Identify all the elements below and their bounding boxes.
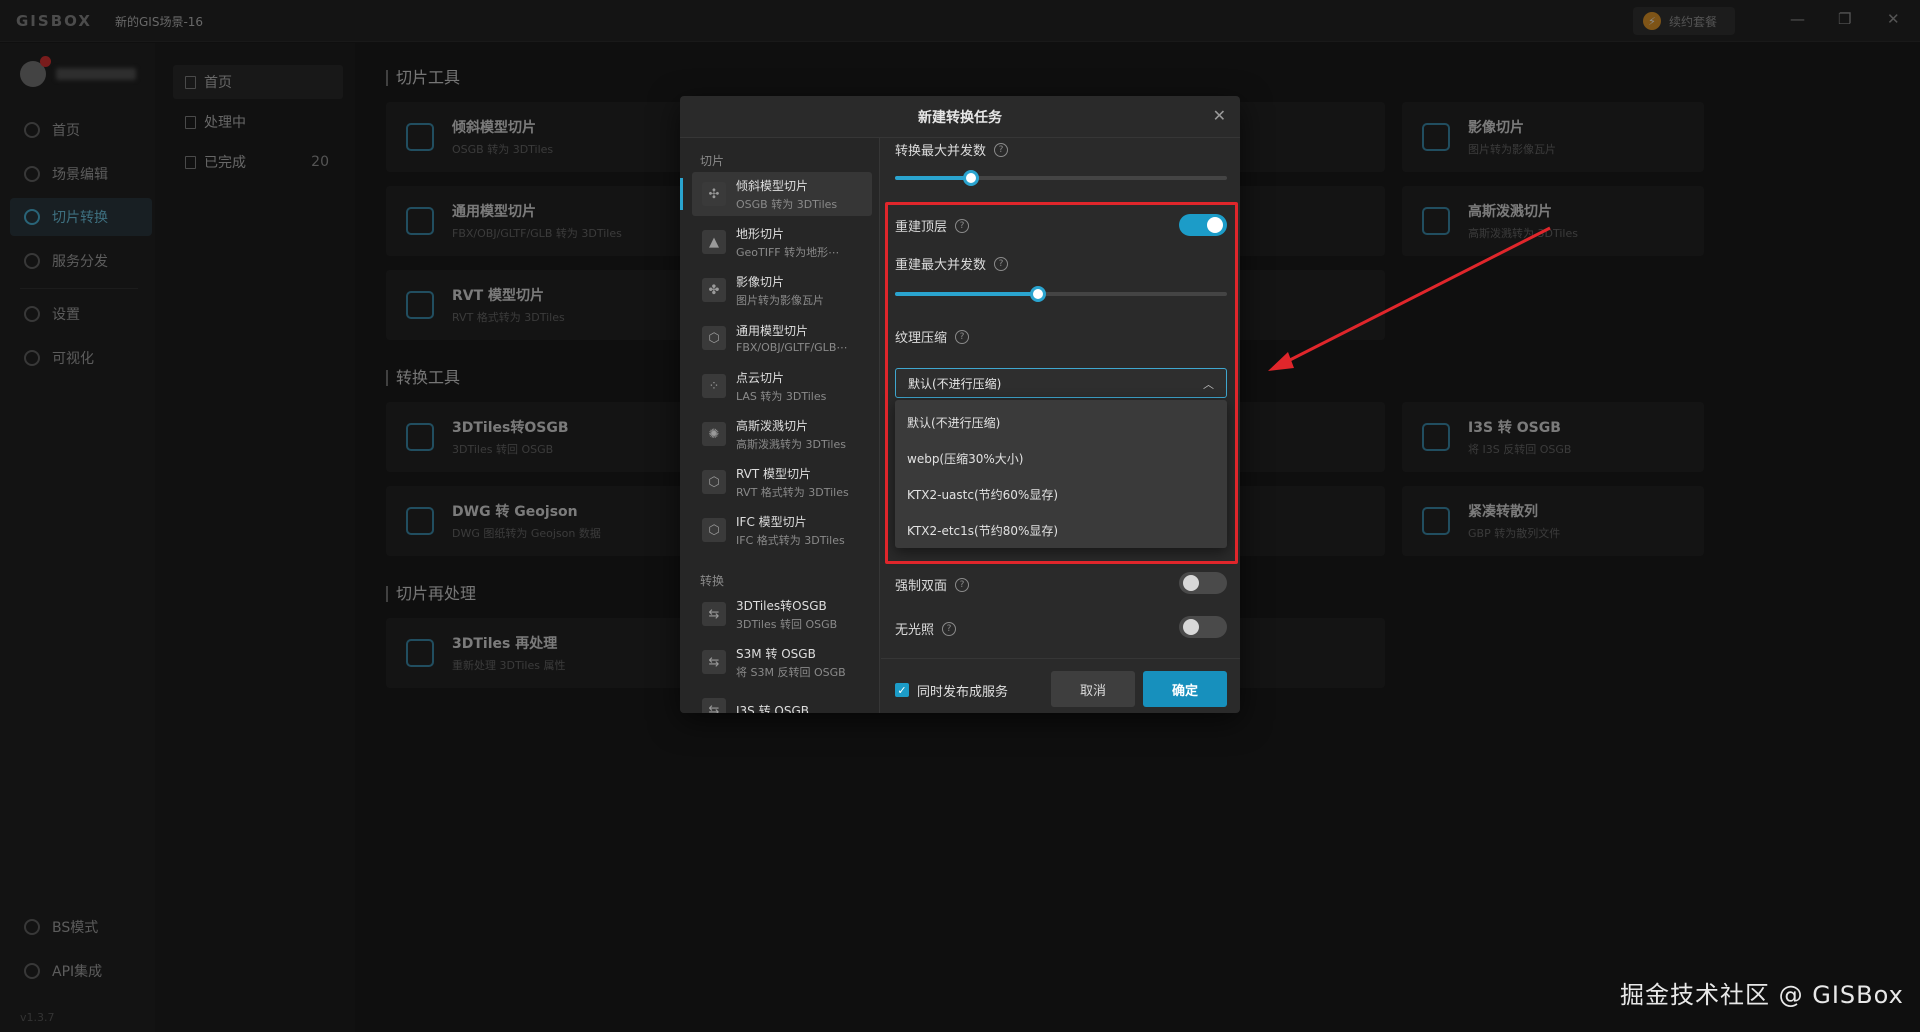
tool-title: I3S 转 OSGB — [736, 703, 810, 714]
watermark: 掘金技术社区 @ GISBox — [1620, 981, 1904, 1009]
slider-fill — [895, 176, 972, 180]
tool-title: 通用模型切片 — [736, 324, 809, 338]
cube-icon: ⬡ — [702, 470, 726, 494]
tool-subtitle: FBX/OBJ/GLTF/GLB⋯ — [736, 341, 848, 354]
tool-title: 影像切片 — [736, 274, 785, 289]
tool-subtitle: RVT 格式转为 3DTiles — [736, 485, 849, 499]
dialog-header: 新建转换任务 ✕ — [680, 96, 1240, 138]
gaussian-icon: ✺ — [702, 422, 726, 446]
oblique-model-icon: ✣ — [702, 182, 726, 206]
tool-subtitle: 高斯泼溅转为 3DTiles — [736, 437, 846, 451]
tool-item-rvt[interactable]: ⬡ RVT 模型切片 RVT 格式转为 3DTiles — [692, 460, 872, 504]
tool-subtitle: LAS 转为 3DTiles — [736, 389, 827, 403]
toggle-knob — [1183, 575, 1199, 591]
help-icon[interactable]: ? — [994, 142, 1009, 157]
tool-title: 3DTiles转OSGB — [736, 598, 827, 613]
tool-subtitle: IFC 格式转为 3DTiles — [736, 533, 845, 547]
confirm-button[interactable]: 确定 — [1143, 671, 1227, 707]
point-cloud-icon: ⁘ — [702, 374, 726, 398]
tool-item-i3s-osgb[interactable]: ⇆ I3S 转 OSGB — [692, 688, 872, 713]
tool-title: 地形切片 — [736, 226, 785, 241]
field-double-side: 强制双面? — [895, 575, 970, 594]
field-label: 强制双面 — [895, 579, 948, 594]
tool-title: 倾斜模型切片 — [736, 178, 809, 193]
tool-title: IFC 模型切片 — [736, 514, 807, 529]
cube-icon: ⬡ — [702, 518, 726, 542]
tool-item-3dtiles-osgb[interactable]: ⇆ 3DTiles转OSGB 3DTiles 转回 OSGB — [692, 592, 872, 636]
group-label: 转换 — [700, 574, 725, 588]
tool-subtitle: 图片转为影像瓦片 — [736, 293, 824, 307]
tool-title: S3M 转 OSGB — [736, 646, 816, 661]
dialog-footer: ✓ 同时发布成服务 取消 确定 — [881, 658, 1240, 713]
tool-item-terrain[interactable]: ▲ 地形切片 GeoTIFF 转为地形⋯ — [692, 220, 872, 264]
max-concurrency-slider[interactable] — [895, 170, 1227, 186]
dialog-title: 新建转换任务 — [918, 109, 1002, 126]
tool-title: 点云切片 — [736, 370, 785, 385]
tool-title: 高斯泼溅切片 — [736, 418, 809, 433]
field-max-concurrency: 转换最大并发数? — [895, 140, 1009, 159]
publish-checkbox[interactable]: ✓ — [895, 683, 909, 697]
tool-item-gaussian[interactable]: ✺ 高斯泼溅切片高斯泼溅转为 3DTiles — [692, 412, 872, 456]
help-icon[interactable]: ? — [955, 577, 970, 592]
terrain-icon: ▲ — [702, 230, 726, 254]
tool-item-oblique[interactable]: ✣ 倾斜模型切片 OSGB 转为 3DTiles — [680, 172, 872, 216]
field-label: 转换最大并发数 — [895, 144, 987, 159]
publish-label: 同时发布成服务 — [917, 685, 1009, 700]
help-icon[interactable]: ? — [942, 621, 957, 636]
convert-icon: ⇆ — [702, 602, 726, 626]
group-label: 切片 — [700, 154, 725, 168]
convert-icon: ⇆ — [702, 650, 726, 674]
slider-knob[interactable] — [963, 170, 980, 186]
tool-list: 切片 ✣ 倾斜模型切片 OSGB 转为 3DTiles ▲ 地形切片 GeoTIFF 转… — [680, 138, 880, 713]
close-icon[interactable]: ✕ — [1213, 106, 1226, 125]
highlight-box — [885, 202, 1238, 564]
tool-subtitle: 将 S3M 反转回 OSGB — [736, 665, 846, 679]
tool-subtitle: GeoTIFF 转为地形⋯ — [736, 245, 840, 259]
toggle-knob — [1183, 619, 1199, 635]
tool-item-point-cloud[interactable]: ⁘ 点云切片 LAS 转为 3DTiles — [692, 364, 872, 408]
image-tile-icon: ✤ — [702, 278, 726, 302]
cancel-button[interactable]: 取消 — [1051, 671, 1135, 707]
unlit-toggle[interactable] — [1179, 616, 1227, 638]
double-side-toggle[interactable] — [1179, 572, 1227, 594]
tool-subtitle: OSGB 转为 3DTiles — [736, 197, 838, 211]
tool-title: RVT 模型切片 — [736, 466, 812, 481]
field-unlit: 无光照? — [895, 619, 957, 638]
convert-icon: ⇆ — [702, 698, 726, 713]
cube-icon: ⬡ — [702, 326, 726, 350]
tool-item-image[interactable]: ✤ 影像切片图片转为影像瓦片 — [692, 268, 872, 312]
tool-item-general-model[interactable]: ⬡ 通用模型切片 FBX/OBJ/GLTF/GLB⋯ — [692, 316, 872, 360]
field-label: 无光照 — [895, 623, 935, 638]
tool-item-ifc[interactable]: ⬡ IFC 模型切片 IFC 格式转为 3DTiles — [692, 508, 872, 552]
tool-item-s3m-osgb[interactable]: ⇆ S3M 转 OSGB 将 S3M 反转回 OSGB — [692, 640, 872, 684]
tool-subtitle: 3DTiles 转回 OSGB — [736, 617, 838, 631]
